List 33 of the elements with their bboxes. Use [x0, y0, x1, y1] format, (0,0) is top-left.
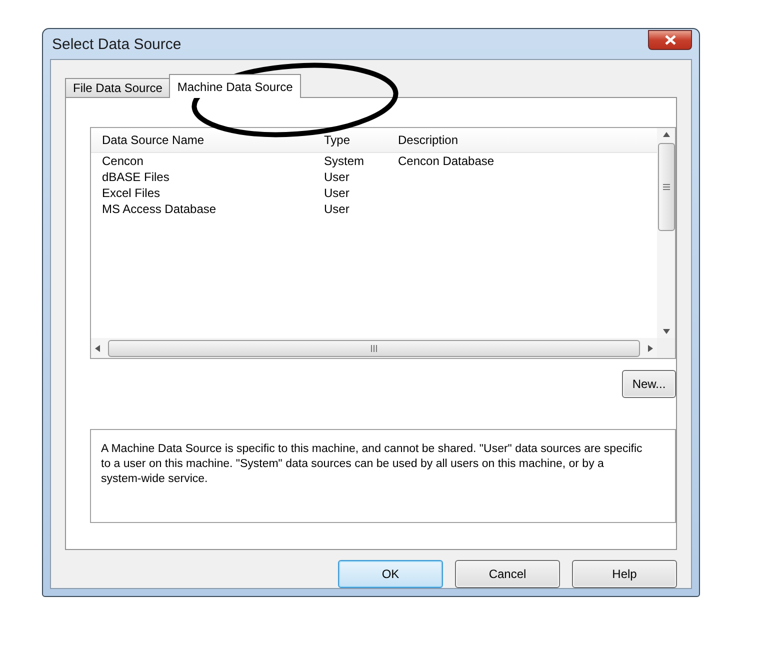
close-button[interactable]: [648, 30, 692, 50]
column-header[interactable]: Description: [387, 128, 657, 152]
tab[interactable]: File Data Source: [65, 78, 170, 98]
list-cell[interactable]: dBASE Files: [91, 169, 313, 185]
scroll-up-icon[interactable]: [662, 132, 670, 137]
horizontal-scrollbar[interactable]: [91, 338, 657, 358]
dialog-button[interactable]: Cancel: [455, 560, 560, 588]
scrollbar-corner: [657, 338, 675, 358]
dialog-button[interactable]: OK: [338, 560, 443, 588]
close-icon: [664, 35, 676, 45]
description-text: A Machine Data Source is specific to this machine, and cannot be shared. "User" data sources are specific to a user on this machine. "System" data sources can be used by all users on this machine, or by a system-wide service.: [101, 442, 644, 487]
list-cell[interactable]: MS Access Database: [91, 201, 313, 217]
list-cell[interactable]: User: [313, 169, 387, 185]
list-cell[interactable]: System: [313, 153, 387, 169]
scroll-right-icon[interactable]: [648, 344, 653, 352]
list-cell[interactable]: Excel Files: [91, 185, 313, 201]
list-cell[interactable]: Cencon Database: [387, 153, 657, 169]
scroll-left-icon[interactable]: [95, 344, 100, 352]
scroll-thumb[interactable]: [658, 143, 674, 231]
new-button[interactable]: New...: [622, 370, 676, 398]
dialog-button[interactable]: Help: [572, 560, 677, 588]
window-title: Select Data Source: [51, 36, 182, 52]
vertical-scrollbar[interactable]: [657, 128, 675, 338]
tab[interactable]: Machine Data Source: [169, 74, 301, 98]
list-cell[interactable]: User: [313, 201, 387, 217]
scroll-thumb[interactable]: [108, 340, 640, 356]
grip-icon: [371, 344, 377, 352]
grip-icon: [662, 184, 670, 190]
column-header[interactable]: Type: [313, 128, 387, 152]
column-header[interactable]: Data Source Name: [91, 128, 313, 152]
list-cell[interactable]: Cencon: [91, 153, 313, 169]
scroll-down-icon[interactable]: [662, 329, 670, 334]
list-cell[interactable]: User: [313, 185, 387, 201]
